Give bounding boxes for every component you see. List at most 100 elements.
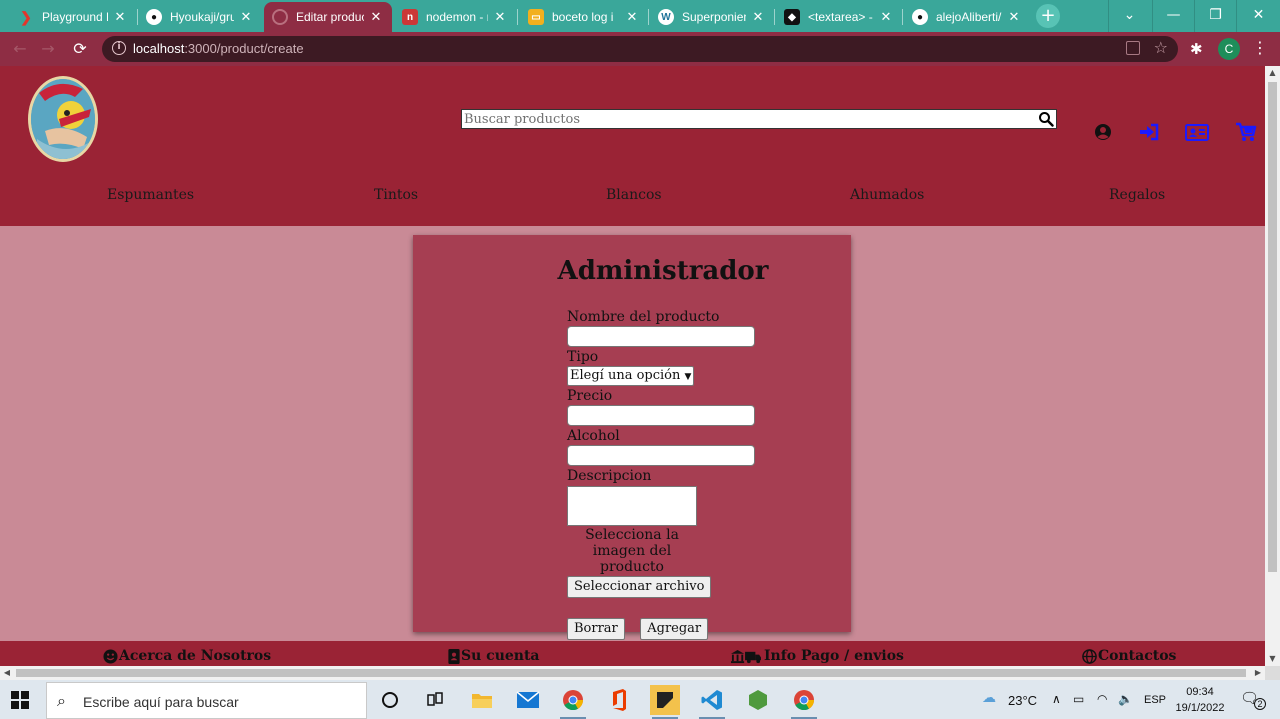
user-circle-icon[interactable] — [1092, 122, 1114, 142]
office-icon[interactable] — [604, 685, 634, 715]
sticky-notes-icon[interactable] — [650, 685, 680, 719]
submit-button[interactable]: Agregar — [640, 618, 709, 640]
chrome-icon[interactable] — [558, 685, 588, 719]
tab-nodemon[interactable]: n nodemon - n ✕ — [394, 2, 516, 32]
weather-temperature[interactable]: 23°C — [1008, 693, 1037, 708]
volume-icon[interactable]: 🔈 — [1118, 692, 1133, 706]
browser-toolbar: ← → ⟳ i localhost:3000/product/create ☆ — [0, 32, 1280, 66]
search-icon[interactable] — [1038, 111, 1054, 127]
product-name-input[interactable] — [567, 326, 755, 347]
id-card-icon[interactable] — [1185, 122, 1209, 142]
reload-button[interactable]: ⟳ — [68, 37, 92, 61]
wifi-icon[interactable]: ◠ — [1097, 692, 1107, 706]
address-book-icon — [448, 648, 460, 664]
tab-github-alejo[interactable]: ● alejoAliberti/ ✕ — [904, 2, 1030, 32]
close-icon[interactable]: ✕ — [878, 9, 894, 25]
restore-button[interactable]: ❐ — [1194, 0, 1236, 32]
bookmark-star-icon[interactable]: ☆ — [1154, 38, 1168, 57]
tab-boceto[interactable]: ▭ boceto log i ✕ — [520, 2, 648, 32]
new-tab-button[interactable]: + — [1036, 4, 1060, 28]
type-label: Tipo — [567, 349, 599, 365]
tab-superponiendo[interactable]: W Superponien ✕ — [650, 2, 774, 32]
scroll-left-icon[interactable]: ◀ — [0, 666, 14, 680]
chevron-up-icon[interactable]: ∧ — [1052, 692, 1061, 706]
description-textarea[interactable] — [567, 486, 697, 526]
nav-regalos[interactable]: Regalos — [1109, 187, 1165, 203]
form-actions: Borrar Agregar — [567, 618, 767, 640]
horizontal-scrollbar[interactable]: ◀ ▶ — [0, 666, 1265, 680]
nav-tintos[interactable]: Tintos — [374, 187, 418, 203]
vscode-icon[interactable] — [697, 685, 727, 719]
tab-separator — [902, 9, 903, 25]
tab-separator — [648, 9, 649, 25]
chevron-down-icon: ▼ — [684, 372, 692, 382]
address-bar[interactable]: i localhost:3000/product/create ☆ — [102, 36, 1178, 62]
close-icon[interactable]: ✕ — [238, 9, 254, 25]
close-icon[interactable]: ✕ — [1006, 9, 1022, 25]
windows-start-icon[interactable] — [10, 690, 30, 710]
search-input[interactable] — [462, 110, 1032, 128]
tab-title: Hyoukaji/gru — [170, 10, 234, 24]
scroll-up-icon[interactable]: ▲ — [1265, 66, 1280, 80]
tab-search-button[interactable]: ⌄ — [1108, 0, 1150, 32]
tab-textarea[interactable]: ◆ <textarea> - ✕ — [776, 2, 902, 32]
footer-payment[interactable]: Info Pago / envios — [729, 648, 904, 664]
minimize-button[interactable]: — — [1152, 0, 1194, 32]
close-icon[interactable]: ✕ — [750, 9, 766, 25]
close-icon[interactable]: ✕ — [492, 9, 508, 25]
nav-blancos[interactable]: Blancos — [606, 187, 662, 203]
mail-icon[interactable] — [513, 685, 543, 715]
url-text[interactable]: localhost:3000/product/create — [133, 41, 304, 56]
sign-in-icon[interactable] — [1138, 122, 1160, 142]
battery-icon[interactable]: ▭ — [1073, 692, 1084, 706]
reset-button[interactable]: Borrar — [567, 618, 625, 640]
type-select[interactable]: Elegí una opción ▼ — [567, 366, 695, 386]
share-icon[interactable] — [1126, 41, 1140, 55]
close-icon[interactable]: ✕ — [112, 9, 128, 25]
file-explorer-icon[interactable] — [467, 685, 497, 715]
file-select-button[interactable]: Seleccionar archivo — [567, 576, 712, 598]
scroll-right-icon[interactable]: ▶ — [1251, 666, 1265, 680]
vertical-scrollbar[interactable]: ▲ ▼ — [1265, 66, 1280, 666]
price-input[interactable] — [567, 405, 755, 426]
site-logo[interactable] — [28, 76, 98, 162]
cart-icon[interactable] — [1235, 122, 1257, 142]
close-icon[interactable]: ✕ — [368, 9, 384, 25]
profile-avatar[interactable]: C — [1218, 38, 1240, 60]
tab-github-hyoukaji[interactable]: ● Hyoukaji/gru ✕ — [138, 2, 262, 32]
form-title: Administrador — [557, 256, 769, 286]
tab-playground[interactable]: ❯ Playground D ✕ — [10, 2, 136, 32]
tab-editar-producto[interactable]: Editar produc ✕ — [264, 2, 392, 32]
site-info-icon[interactable]: i — [112, 41, 126, 55]
nav-espumantes[interactable]: Espumantes — [107, 187, 194, 203]
alcohol-input[interactable] — [567, 445, 755, 466]
horizontal-scroll-thumb[interactable] — [16, 669, 1246, 677]
footer-contact[interactable]: Contactos — [1082, 648, 1176, 664]
close-window-button[interactable]: ✕ — [1236, 0, 1280, 32]
tab-title: Editar produc — [296, 10, 364, 24]
footer-payment-label: Info Pago / envios — [764, 648, 904, 664]
browser-menu-icon[interactable]: ⋮ — [1252, 40, 1268, 56]
weather-icon[interactable]: ☁ — [982, 690, 996, 706]
system-clock[interactable]: 09:34 19/1/2022 — [1170, 684, 1230, 716]
input-language[interactable]: ESP — [1144, 694, 1166, 706]
task-view-icon[interactable] — [420, 685, 450, 715]
footer-about[interactable]: Acerca de Nosotros — [103, 648, 271, 664]
vertical-scroll-thumb[interactable] — [1268, 82, 1277, 572]
taskbar-search-box[interactable]: ⌕ Escribe aquí para buscar — [46, 682, 367, 719]
product-search-field[interactable] — [461, 109, 1057, 129]
logo-emblem-icon — [31, 79, 95, 159]
cortana-icon[interactable] — [375, 685, 405, 715]
extensions-puzzle-icon[interactable]: ✱ — [1190, 40, 1203, 58]
nav-ahumados[interactable]: Ahumados — [850, 187, 924, 203]
footer-account[interactable]: Su cuenta — [448, 648, 540, 664]
tab-title: alejoAliberti/ — [936, 10, 1002, 24]
back-button[interactable]: ← — [8, 37, 32, 61]
forward-button[interactable]: → — [36, 37, 60, 61]
close-icon[interactable]: ✕ — [624, 9, 640, 25]
npm-icon: n — [402, 9, 418, 25]
scroll-down-icon[interactable]: ▼ — [1265, 652, 1280, 666]
chrome-icon[interactable] — [789, 685, 819, 719]
search-icon: ⌕ — [57, 691, 66, 710]
nodejs-icon[interactable] — [743, 685, 773, 715]
